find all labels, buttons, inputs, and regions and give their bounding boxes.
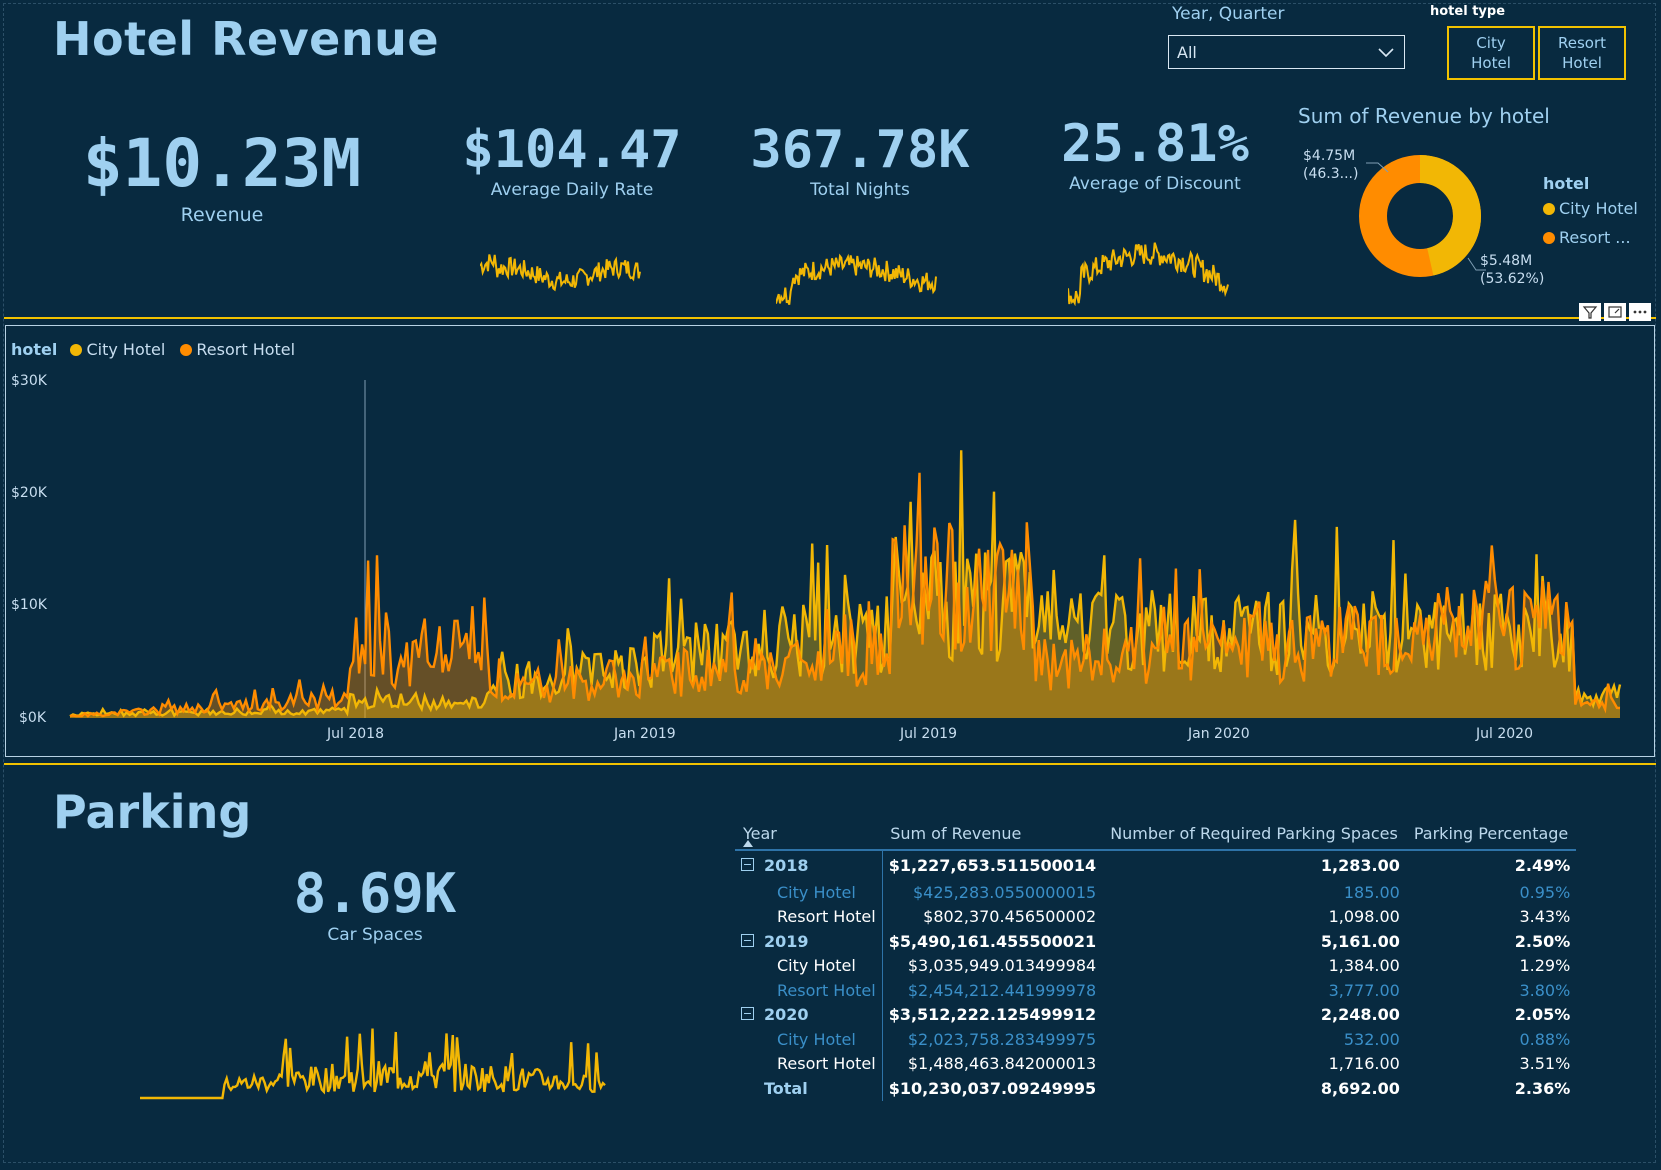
row-label-text: 2019 [764,931,809,951]
car-spaces-sparkline [140,1028,606,1100]
cell-revenue: $10,230,037.09249995 [881,1076,1103,1101]
cell-pct: 3.80% [1519,980,1571,1000]
cell-revenue: $2,023,758.283499975 [881,1027,1103,1052]
cell-revenue: $1,488,463.842000013 [881,1051,1103,1076]
row-label: Resort Hotel [777,1054,876,1074]
x-tick-jan-2019: Jan 2019 [614,726,676,742]
cell-spaces: 5,161.00 [1320,931,1400,951]
table-row: Resort Hotel $802,370.456500002 1,098.00… [735,904,1576,929]
cell-spaces: 532.00 [1343,1029,1400,1049]
cell-pct: 3.51% [1519,1054,1571,1074]
table-total-row: Total $10,230,037.09249995 8,692.00 2.36… [735,1076,1576,1101]
table-row: City Hotel $2,023,758.283499975 532.00 0… [735,1027,1576,1052]
cell-spaces: 1,283.00 [1320,856,1400,875]
cell-spaces: 1,716.00 [1328,1054,1400,1074]
table-row-2019: 2019 $5,490,161.455500021 5,161.00 2.50% [735,929,1576,954]
header-parking-spaces[interactable]: Number of Required Parking Spaces [1102,820,1406,851]
cell-pct: 2.36% [1514,1078,1571,1098]
revenue-area-chart [69,380,1622,718]
row-label-text: 2020 [764,1005,809,1025]
cell-revenue: $1,227,653.511500014 [881,850,1103,880]
parking-matrix: Year Sum of Revenue Number of Required P… [735,820,1577,1101]
cell-pct: 2.50% [1514,931,1571,951]
row-label: City Hotel [777,956,856,976]
row-label[interactable]: 2019 [735,929,882,954]
section-divider-bottom [4,763,1656,765]
parking-table: Year Sum of Revenue Number of Required P… [735,820,1577,1101]
x-tick-jan-2020: Jan 2020 [1188,726,1250,742]
cell-revenue: $5,490,161.455500021 [881,929,1103,954]
cell-spaces: 3,777.00 [1328,980,1400,1000]
row-label: Total [764,1078,808,1098]
cell-spaces: 1,384.00 [1328,956,1400,976]
table-row-2018: 2018 $1,227,653.511500014 1,283.00 2.49% [735,850,1576,880]
collapse-icon[interactable] [741,933,754,947]
cell-pct: 0.88% [1519,1029,1571,1049]
x-tick-jul-2019: Jul 2019 [900,726,957,742]
row-label: Resort Hotel [777,980,876,1000]
collapse-icon[interactable] [741,1007,754,1021]
cell-revenue: $3,512,222.125499912 [881,1002,1103,1027]
table-header-row: Year Sum of Revenue Number of Required P… [735,820,1577,851]
row-label: City Hotel [777,882,856,902]
table-row: City Hotel $425,283.0550000015 185.00 0.… [735,880,1576,905]
car-spaces-label: Car Spaces [327,925,423,945]
cell-pct: 2.05% [1514,1005,1571,1025]
cell-revenue: $3,035,949.013499984 [881,953,1103,978]
row-label[interactable]: 2018 [735,850,882,880]
header-parking-percentage[interactable]: Parking Percentage [1405,820,1577,851]
row-label-text: 2018 [764,856,809,875]
table-row: City Hotel $3,035,949.013499984 1,384.00… [735,953,1576,978]
cell-spaces: 185.00 [1343,882,1400,902]
row-label[interactable]: 2020 [735,1003,882,1028]
cell-pct: 1.29% [1519,956,1571,976]
car-spaces-value: 8.69K [293,862,457,925]
cell-revenue: $802,370.456500002 [881,904,1103,929]
parking-section-title: Parking [53,785,252,839]
cell-spaces: 1,098.00 [1328,907,1400,927]
sort-ascending-icon [743,840,753,847]
cell-pct: 2.49% [1514,856,1571,875]
header-sum-of-revenue[interactable]: Sum of Revenue [882,820,1103,851]
cell-revenue: $2,454,212.441999978 [881,978,1103,1003]
cell-revenue: $425,283.0550000015 [881,880,1103,905]
car-spaces-card: 8.69K Car Spaces [255,862,495,945]
cell-spaces: 2,248.00 [1320,1005,1400,1025]
cell-pct: 3.43% [1519,907,1571,927]
header-year[interactable]: Year [735,820,883,851]
table-row: Resort Hotel $2,454,212.441999978 3,777.… [735,978,1576,1003]
collapse-icon[interactable] [741,858,754,871]
row-label: City Hotel [777,1029,856,1049]
table-row-2020: 2020 $3,512,222.125499912 2,248.00 2.05% [735,1002,1576,1028]
cell-spaces: 8,692.00 [1320,1078,1400,1098]
x-tick-jul-2018: Jul 2018 [327,726,384,742]
table-row: Resort Hotel $1,488,463.842000013 1,716.… [735,1051,1576,1076]
x-tick-jul-2020: Jul 2020 [1476,726,1533,742]
row-label: Resort Hotel [777,907,876,927]
cell-pct: 0.95% [1519,882,1571,902]
